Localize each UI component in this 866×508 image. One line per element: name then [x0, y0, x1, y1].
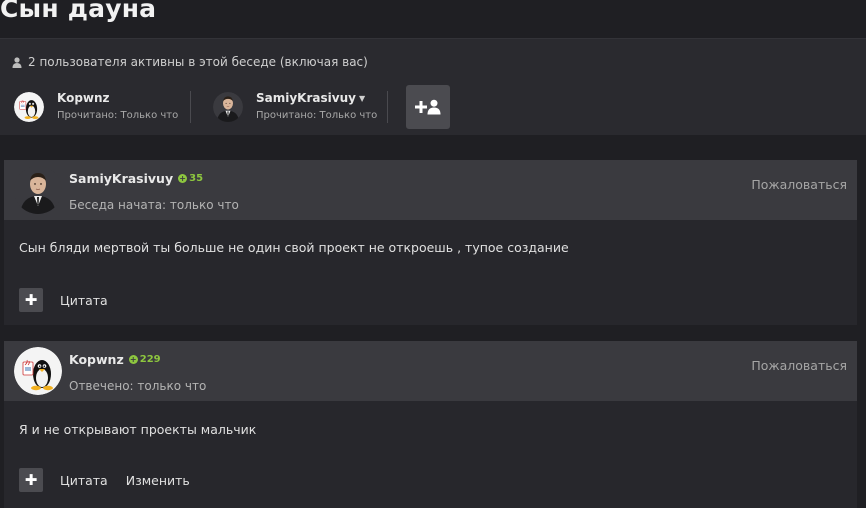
message-body: Я и не открывают проекты мальчик [19, 422, 257, 437]
participant-samiykrasivuy[interactable]: SamiyKrasivuy ▼ Прочитано: Только что [213, 89, 377, 125]
message-author[interactable]: Kopwnz + 229 [69, 352, 161, 367]
user-plus-icon [415, 99, 441, 115]
message-header: SamiyKrasivuy + 35 Беседа начата: только… [4, 160, 857, 220]
message-header: Kopwnz + 229 Отвечено: только что Пожало… [4, 341, 857, 401]
page-title: Сын дауна [0, 0, 157, 23]
author-avatar[interactable] [14, 347, 62, 395]
reputation-badge: + 35 [178, 173, 203, 184]
reputation-value: 35 [189, 173, 204, 184]
message-post: Kopwnz + 229 Отвечено: только что Пожало… [4, 341, 857, 508]
reputation-icon: + [128, 355, 138, 364]
report-link[interactable]: Пожаловаться [751, 358, 847, 373]
active-users-line: 2 пользователя активны в этой беседе (вк… [12, 55, 368, 69]
message-body: Сын бляди мертвой ты больше не один свой… [19, 240, 569, 255]
reputation-icon: + [178, 174, 188, 183]
message-meta: Беседа начата: только что [69, 198, 239, 212]
message-post: SamiyKrasivuy + 35 Беседа начата: только… [4, 160, 857, 325]
participant-kopwnz[interactable]: Kopwnz Прочитано: Только что [14, 89, 178, 125]
participant-name-text[interactable]: SamiyKrasivuy [256, 91, 356, 105]
message-meta: Отвечено: только что [69, 379, 207, 393]
participant-name[interactable]: Kopwnz [57, 91, 178, 106]
active-users-text: 2 пользователя активны в этой беседе (вк… [28, 55, 368, 69]
participant-read-status: Прочитано: Только что [256, 110, 378, 121]
multi-quote-plus-button[interactable]: ✚ [19, 468, 43, 492]
report-link[interactable]: Пожаловаться [751, 177, 847, 192]
participant-avatar[interactable] [14, 92, 44, 122]
multi-quote-plus-button[interactable]: ✚ [19, 288, 43, 312]
quote-link[interactable]: Цитата [60, 293, 108, 308]
conversation-participants-panel: 2 пользователя активны в этой беседе (вк… [0, 38, 866, 135]
add-participant-button[interactable] [406, 85, 450, 129]
divider [190, 91, 191, 123]
message-actions: ✚ Цитата Изменить [19, 468, 190, 492]
reputation-value: 229 [139, 354, 161, 365]
participant-name[interactable]: SamiyKrasivuy ▼ [256, 91, 377, 106]
edit-link[interactable]: Изменить [126, 473, 190, 488]
author-name[interactable]: Kopwnz [69, 352, 124, 367]
user-icon [12, 56, 22, 68]
participant-avatar[interactable] [213, 92, 243, 122]
participant-read-status: Прочитано: Только что [57, 110, 179, 121]
author-avatar[interactable] [14, 166, 62, 214]
message-actions: ✚ Цитата [19, 288, 108, 312]
author-name[interactable]: SamiyKrasivuy [69, 171, 173, 186]
quote-link[interactable]: Цитата [60, 473, 108, 488]
caret-down-icon[interactable]: ▼ [359, 94, 365, 103]
divider [387, 91, 388, 123]
reputation-badge: + 229 [128, 354, 161, 365]
message-author[interactable]: SamiyKrasivuy + 35 [69, 171, 203, 186]
